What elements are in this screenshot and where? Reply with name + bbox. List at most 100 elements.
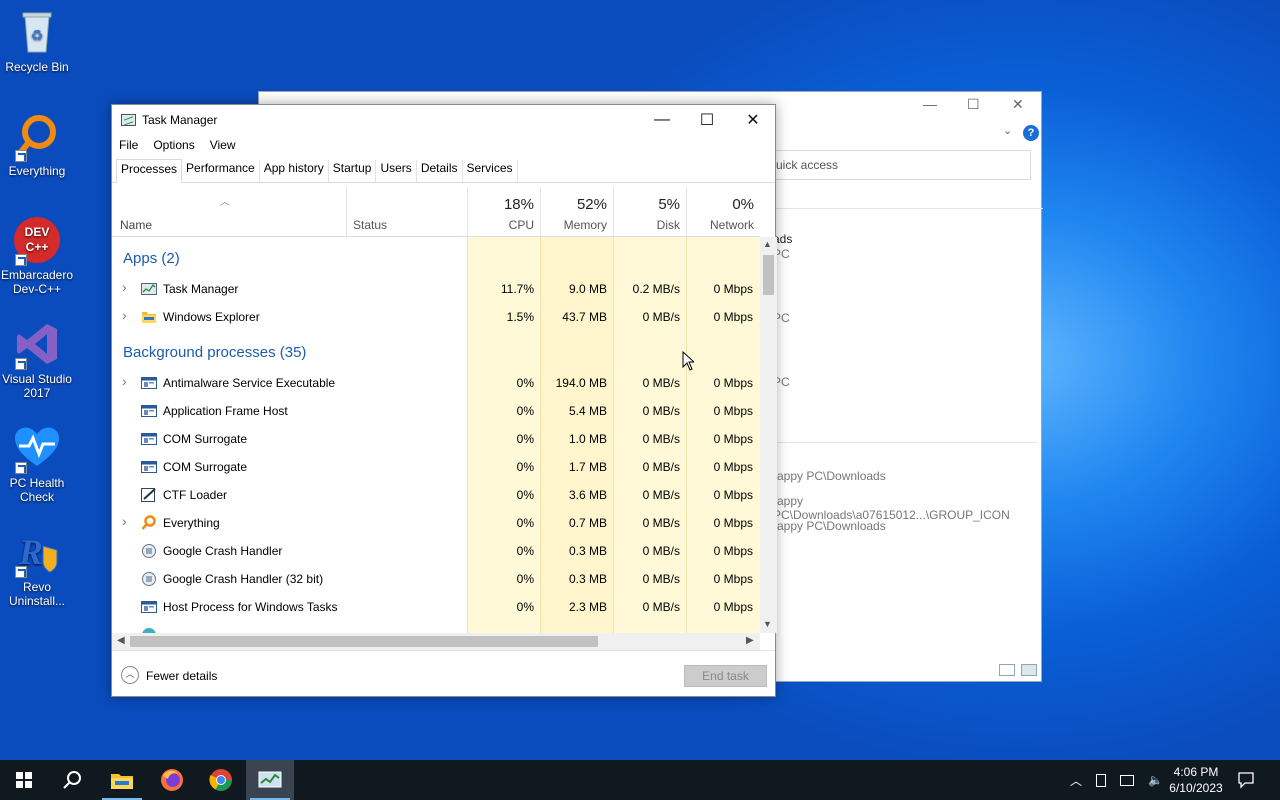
taskbar-task-manager[interactable]	[246, 760, 294, 800]
menu-bar: File Options View	[112, 135, 775, 155]
maximize-button[interactable]: ☐	[684, 105, 730, 135]
column-header-network[interactable]: 0% Network	[686, 187, 760, 237]
action-center-button[interactable]	[1237, 760, 1255, 800]
scroll-down-icon[interactable]: ▼	[763, 619, 772, 629]
recent-file-path[interactable]: rappy PC\Downloads	[773, 519, 886, 533]
desktop-icon-recycle-bin[interactable]: ♻ Recycle Bin	[0, 8, 74, 74]
group-header-background: Background processes (35)	[123, 344, 307, 361]
minimize-button[interactable]: —	[639, 105, 685, 135]
process-memory: 2.3 MB	[568, 600, 607, 614]
vertical-scroll-thumb[interactable]	[763, 255, 774, 295]
menu-options[interactable]: Options	[153, 138, 194, 152]
close-button[interactable]: ✕	[730, 105, 776, 135]
scroll-up-icon[interactable]: ▲	[763, 239, 772, 249]
explorer-close-button[interactable]: ✕	[1012, 96, 1024, 113]
desktop-icon-pc-health[interactable]: PC Health Check	[0, 424, 74, 504]
expand-chevron-icon[interactable]: ›	[122, 373, 127, 389]
process-network: 0 Mbps	[713, 376, 753, 390]
table-row[interactable]: › Antimalware Service Executable 0% 194.0 M…	[112, 369, 760, 397]
svg-text:♻: ♻	[31, 27, 44, 43]
tab-services[interactable]: Services	[463, 160, 518, 182]
desktop-icon-devcpp[interactable]: DEV C++ Embarcadero Dev-C++	[0, 216, 74, 296]
tab-details[interactable]: Details	[417, 160, 463, 182]
desktop-icon-everything[interactable]: Everything	[0, 112, 74, 178]
explorer-search-input[interactable]: uick access	[769, 150, 1031, 180]
table-row[interactable]: COM Surrogate 0% 1.7 MB 0 MB/s 0 Mbps	[112, 453, 760, 481]
horizontal-scrollbar[interactable]: ◀ ▶	[112, 633, 760, 650]
process-network: 0 Mbps	[713, 310, 753, 324]
process-memory: 1.7 MB	[568, 460, 607, 474]
tab-app-history[interactable]: App history	[260, 160, 329, 182]
details-view-icon[interactable]	[999, 664, 1015, 676]
taskbar-search-button[interactable]	[48, 760, 96, 800]
scroll-left-icon[interactable]: ◀	[117, 635, 125, 646]
process-network: 0 Mbps	[713, 516, 753, 530]
title-bar: Task Manager — ☐ ✕	[112, 105, 775, 135]
notifications-icon	[1238, 772, 1254, 789]
large-icons-view-icon[interactable]	[1021, 664, 1037, 676]
expand-chevron-icon[interactable]: ›	[122, 279, 127, 295]
column-header-name[interactable]: Name	[120, 218, 152, 232]
table-row[interactable]: › Task Manager 11.7% 9.0 MB 0.2 MB/s 0 Mbps	[112, 275, 760, 303]
desktop-icon-visual-studio[interactable]: Visual Studio 2017	[0, 320, 74, 400]
process-memory: 0.3 MB	[568, 544, 607, 558]
explorer-minimize-button[interactable]: —	[923, 96, 937, 112]
table-row[interactable]: › Windows Explorer 1.5% 43.7 MB 0 MB/s 0 Mbps	[112, 303, 760, 331]
system-tray: ︿ 🔈	[1070, 760, 1163, 800]
service-icon	[141, 599, 157, 615]
fewer-details-link[interactable]: Fewer details	[146, 669, 217, 683]
recent-file-path[interactable]: rappy PC\Downloads\a07615012...\GROUP_IC…	[773, 494, 1041, 522]
process-table: ︿ Name Status 18% CPU 52% Memory 5% Disk…	[112, 187, 760, 633]
column-header-status[interactable]: Status	[346, 187, 467, 237]
tab-startup[interactable]: Startup	[329, 160, 377, 182]
tab-performance[interactable]: Performance	[182, 160, 260, 182]
menu-file[interactable]: File	[119, 138, 138, 152]
explorer-maximize-button[interactable]: ☐	[967, 96, 980, 113]
column-header-memory[interactable]: 52% Memory	[540, 187, 613, 237]
table-row[interactable]: CTF Loader 0% 3.6 MB 0 MB/s 0 Mbps	[112, 481, 760, 509]
table-row[interactable]: COM Surrogate 0% 1.0 MB 0 MB/s 0 Mbps	[112, 425, 760, 453]
scroll-right-icon[interactable]: ▶	[746, 635, 754, 646]
tablet-icon[interactable]	[1096, 773, 1107, 787]
taskbar-file-explorer[interactable]	[98, 760, 146, 800]
chevron-up-circle-icon[interactable]: ︿	[121, 666, 139, 684]
table-row[interactable]: Application Frame Host 0% 5.4 MB 0 MB/s 0 Mb…	[112, 397, 760, 425]
visual-studio-icon	[13, 320, 61, 370]
table-row[interactable]: Google Crash Handler 0% 0.3 MB 0 MB/s 0 Mbps	[112, 537, 760, 565]
process-network: 0 Mbps	[713, 600, 753, 614]
process-name: CTF Loader	[163, 488, 228, 502]
task-manager-window[interactable]: Task Manager — ☐ ✕ File Options View Pro…	[111, 104, 777, 697]
expand-chevron-icon[interactable]: ›	[122, 307, 127, 323]
tab-processes[interactable]: Processes	[116, 159, 183, 183]
column-header-cpu[interactable]: 18% CPU	[467, 187, 540, 237]
process-name: Task Manager	[163, 282, 239, 296]
table-row[interactable]: Host Process for Windows Tasks 0% 2.3 MB 0 …	[112, 593, 760, 621]
google-crash-icon	[141, 543, 157, 559]
column-header-disk[interactable]: 5% Disk	[613, 187, 686, 237]
process-network: 0 Mbps	[713, 282, 753, 296]
clock[interactable]: 4:06 PM 6/10/2023	[1160, 764, 1232, 796]
tab-users[interactable]: Users	[376, 160, 417, 182]
pc-health-icon	[13, 424, 61, 474]
end-task-button[interactable]: End task	[684, 665, 767, 687]
vertical-scrollbar[interactable]: ▲ ▼	[760, 237, 777, 633]
help-icon[interactable]: ?	[1023, 125, 1039, 141]
chevron-down-icon[interactable]: ⌄	[1003, 124, 1012, 137]
expand-chevron-icon[interactable]: ›	[122, 513, 127, 529]
menu-view[interactable]: View	[210, 138, 236, 152]
recent-file-path[interactable]: rappy PC\Downloads	[773, 469, 886, 483]
process-cpu: 0%	[516, 544, 534, 558]
show-hidden-icons-icon[interactable]: ︿	[1070, 772, 1082, 789]
process-cpu: 0%	[516, 460, 534, 474]
start-button[interactable]	[0, 760, 48, 800]
process-memory: 43.7 MB	[562, 310, 607, 324]
network-icon[interactable]	[1120, 774, 1135, 786]
window-title: Task Manager	[142, 113, 218, 127]
table-row[interactable]: › Everything 0% 0.7 MB 0 MB/s 0 Mbps	[112, 509, 760, 537]
desktop-icon-revo[interactable]: R Revo Uninstall...	[0, 528, 74, 608]
taskbar-firefox[interactable]	[148, 760, 196, 800]
taskbar-chrome[interactable]	[197, 760, 245, 800]
horizontal-scroll-thumb[interactable]	[130, 636, 598, 647]
table-row[interactable]: Google Crash Handler (32 bit) 0% 0.3 MB 0 M…	[112, 565, 760, 593]
table-header: ︿ Name Status 18% CPU 52% Memory 5% Disk…	[112, 187, 760, 237]
